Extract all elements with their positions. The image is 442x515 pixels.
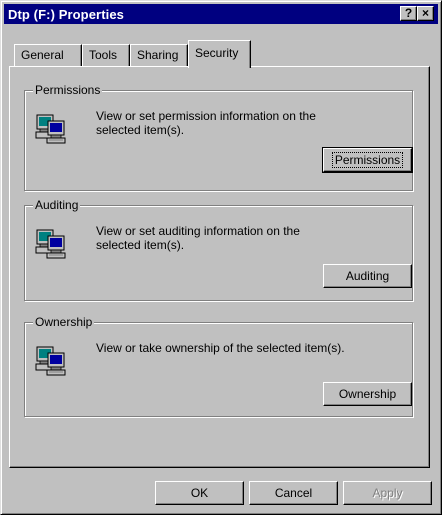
close-icon: ×: [421, 6, 429, 20]
help-button[interactable]: ?: [400, 6, 417, 21]
ownership-legend: Ownership: [33, 315, 95, 329]
computer-icon: [35, 346, 66, 376]
permissions-button-label: Permissions: [331, 152, 404, 168]
cancel-button[interactable]: Cancel: [249, 481, 338, 505]
auditing-legend: Auditing: [33, 198, 81, 212]
permissions-button[interactable]: Permissions: [322, 147, 413, 173]
tab-tools[interactable]: Tools: [82, 44, 130, 66]
computer-icon: [35, 229, 66, 259]
ownership-group: Ownership View or take ownership of the …: [24, 315, 413, 417]
tab-sharing[interactable]: Sharing: [130, 44, 188, 66]
tab-security[interactable]: Security: [188, 40, 251, 68]
auditing-description: View or set auditing information on the …: [96, 224, 300, 252]
tab-general[interactable]: General: [14, 44, 82, 66]
apply-button[interactable]: Apply: [343, 481, 432, 505]
ownership-description: View or take ownership of the selected i…: [96, 341, 345, 355]
window-title: Dtp (F:) Properties: [8, 7, 125, 22]
auditing-button[interactable]: Auditing: [323, 264, 412, 288]
help-icon: ?: [404, 6, 413, 20]
auditing-group: Auditing View or set auditing informatio…: [24, 198, 413, 301]
computer-icon: [35, 114, 66, 144]
permissions-legend: Permissions: [33, 83, 103, 97]
ok-button[interactable]: OK: [155, 481, 244, 505]
ownership-button[interactable]: Ownership: [323, 382, 412, 406]
permissions-group: Permissions View or set permission infor…: [24, 83, 413, 191]
title-bar[interactable]: Dtp (F:) Properties ? ×: [4, 4, 438, 24]
permissions-description: View or set permission information on th…: [96, 109, 316, 137]
close-button[interactable]: ×: [417, 6, 434, 21]
